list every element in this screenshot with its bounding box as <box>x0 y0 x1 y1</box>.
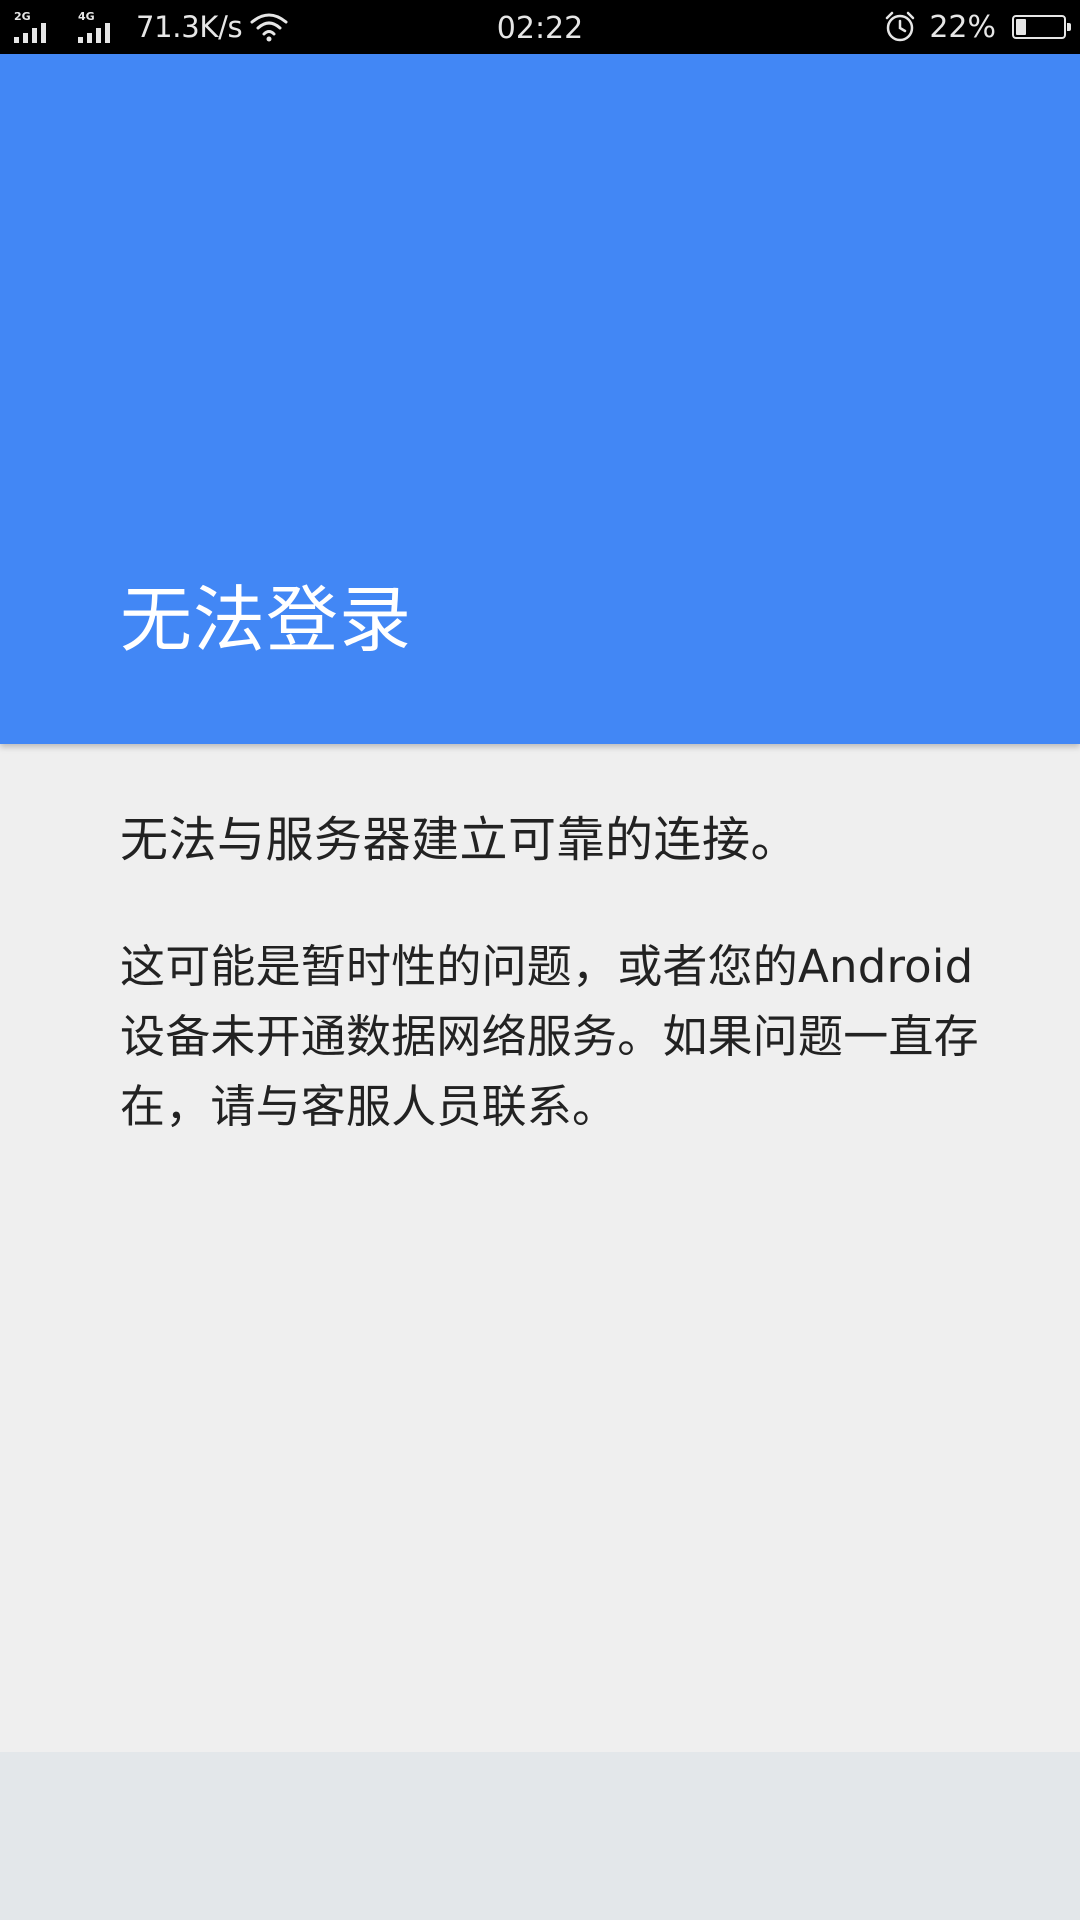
signal-2g-icon: 2G <box>14 11 56 43</box>
alarm-icon <box>886 11 915 42</box>
battery-fill <box>1016 19 1026 35</box>
status-bar: 2G 4G 71.3K/s 02:22 22% <box>0 0 1080 54</box>
wifi-icon <box>250 13 288 42</box>
status-bar-right: 22% <box>883 0 1071 54</box>
network-speed: 71.3K/s <box>136 10 243 44</box>
status-bar-left: 2G 4G 71.3K/s <box>14 0 288 54</box>
network-type-label: 2G <box>14 10 31 23</box>
page-title: 无法登录 <box>120 578 413 662</box>
battery-percent: 22% <box>929 9 996 45</box>
message-content: 无法与服务器建立可靠的连接。 这可能是暂时性的问题，或者您的Android设备未… <box>120 744 980 1142</box>
battery-icon <box>1012 15 1071 39</box>
signal-4g-icon: 4G <box>78 11 120 43</box>
bottom-bar <box>0 1752 1080 1920</box>
network-type-label: 4G <box>78 10 95 23</box>
secondary-message: 这可能是暂时性的问题，或者您的Android设备未开通数据网络服务。如果问题一直… <box>120 940 979 1133</box>
primary-message: 无法与服务器建立可靠的连接。 <box>120 812 800 868</box>
header: 无法登录 <box>0 54 1080 744</box>
